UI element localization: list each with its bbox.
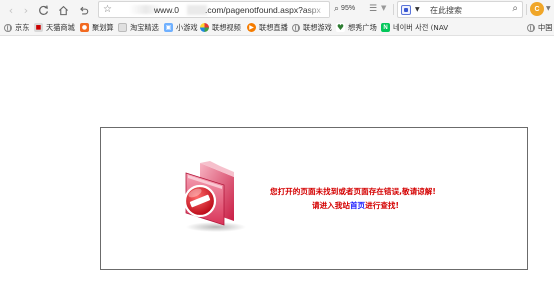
undo-icon[interactable]: [76, 3, 90, 17]
bookmark-label: 聚划算: [92, 22, 114, 32]
bookmark-item[interactable]: N 네이버 사전 (NAV: [381, 21, 448, 34]
reload-icon[interactable]: [36, 3, 50, 17]
game-icon: ▣: [164, 23, 173, 32]
bookmark-item[interactable]: ▶ 联想直播: [247, 21, 288, 34]
bookmark-label: 联想直播: [259, 22, 288, 32]
zoom-control[interactable]: ⌕ 95%: [334, 3, 355, 14]
live-icon: ▶: [247, 23, 256, 32]
naver-icon: N: [381, 23, 390, 32]
error-hint-text: 请进入我站: [312, 201, 350, 210]
chevron-down-icon[interactable]: ▼: [381, 4, 386, 12]
bookmark-label: 联想游戏: [303, 22, 332, 32]
bookmark-item[interactable]: ■ 天猫商城: [34, 21, 75, 34]
page-icon[interactable]: ☰: [369, 4, 377, 14]
bookmark-item[interactable]: 淘宝精选: [118, 21, 159, 34]
forward-arrow-icon[interactable]: ›: [19, 3, 33, 17]
extension-icon[interactable]: C: [530, 2, 544, 16]
star-icon[interactable]: ☆: [103, 4, 112, 15]
bookmark-item[interactable]: ♥ 想秀广场: [336, 21, 377, 34]
home-icon[interactable]: [56, 3, 70, 17]
bookmark-label: 天猫商城: [46, 22, 75, 32]
bookmark-item[interactable]: 联想游戏: [292, 21, 332, 34]
bookmark-item[interactable]: ● 聚划算: [80, 21, 114, 34]
bookmark-label: 小游戏: [176, 22, 198, 32]
chevron-down-icon[interactable]: ▼: [546, 5, 551, 12]
address-bar[interactable]: ☆ www.0 .com/pagenotfound.aspx?aspx: [98, 1, 330, 18]
bookmark-label: 中国: [538, 22, 553, 32]
error-hint-text: 进行查找!: [365, 201, 399, 210]
search-icon[interactable]: ⌕: [512, 3, 518, 14]
url-text: .com/pagenotfound.aspx?aspx: [205, 5, 321, 15]
xiangxiu-icon: ♥: [336, 23, 345, 32]
error-hint: 请进入我站首页进行查找!: [312, 200, 399, 211]
error-message: 您打开的页面未找到或者页面存在错误,敬请谅解!: [270, 187, 436, 196]
error-folder-icon: [176, 155, 248, 235]
error-panel: [100, 127, 528, 270]
zoom-level: 95%: [341, 5, 356, 12]
bookmark-label: 네이버 사전 (NAV: [393, 22, 449, 32]
tmall-icon: ■: [34, 23, 43, 32]
bookmark-label: 淘宝精选: [130, 22, 159, 32]
search-engine-icon[interactable]: [401, 5, 411, 15]
globe-icon: [292, 23, 300, 32]
bookmark-item[interactable]: 联想视频: [200, 21, 241, 34]
bookmarks-bar: 京东 ■ 天猫商城 ● 聚划算 淘宝精选 ▣ 小游戏 联想视频 ▶ 联想直播 联…: [0, 19, 554, 36]
chevron-down-icon[interactable]: ▼: [415, 6, 420, 13]
taobao-icon: [118, 23, 127, 32]
url-prefix: www.0: [154, 5, 180, 15]
redaction-blur: [187, 5, 207, 15]
back-arrow-icon[interactable]: ‹: [4, 3, 18, 17]
globe-icon: [4, 23, 12, 32]
bookmark-label: 想秀广场: [348, 22, 377, 32]
bookmark-label: 京东: [15, 22, 30, 32]
bookmark-fade: [455, 19, 495, 35]
homepage-link[interactable]: 首页: [350, 201, 365, 210]
divider: [526, 4, 527, 15]
bookmark-item[interactable]: 京东: [4, 21, 29, 34]
divider: [393, 4, 394, 15]
search-placeholder: 在此搜索: [430, 6, 462, 15]
bookmark-label: 联想视频: [212, 22, 241, 32]
bookmark-item[interactable]: ▣ 小游戏: [164, 21, 198, 34]
zoom-icon: ⌕: [334, 3, 340, 13]
globe-icon: [527, 23, 535, 32]
url-fade: [305, 3, 329, 17]
browser-toolbar: ‹ › ☆ www.0 .com/pagenotfound.aspx?aspx …: [0, 0, 554, 19]
search-input[interactable]: ▼ 在此搜索 ⌕: [397, 1, 523, 18]
juhuasuan-icon: ●: [80, 23, 89, 32]
video-icon: [200, 23, 209, 32]
bookmark-item[interactable]: 中国: [527, 21, 552, 34]
